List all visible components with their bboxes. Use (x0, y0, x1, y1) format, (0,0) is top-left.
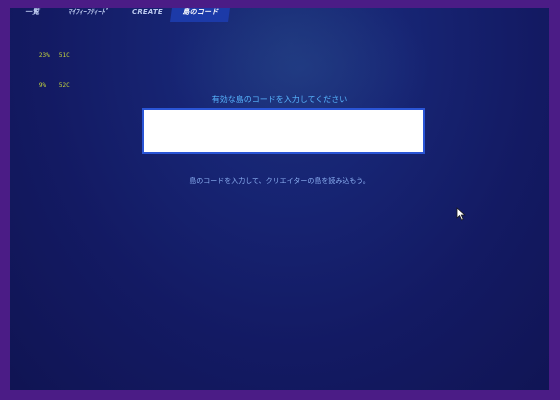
tab-list[interactable]: 一覧 (25, 8, 39, 20)
top-tab-bar: 一覧 ﾏｲﾌｨｰﾌﾃｨｰﾄﾞ CREATE 島のコード (10, 8, 549, 22)
stat-row-gpu: 9% 52C (10, 77, 70, 95)
tab-island-code-label: 島のコード (182, 8, 219, 16)
stat-usage: 23% (38, 52, 50, 59)
stat-row-cpu: 23% 51C (10, 47, 70, 65)
tab-create[interactable]: CREATE (132, 8, 163, 20)
stat-temp: 52C (58, 82, 70, 89)
outer-frame: 一覧 ﾏｲﾌｨｰﾌﾃｨｰﾄﾞ CREATE 島のコード 23% 51C 9% 52C… (0, 0, 560, 400)
island-code-input[interactable] (142, 108, 425, 154)
stat-usage: 9% (38, 82, 47, 89)
island-code-prompt: 有効な島のコードを入力してください (211, 95, 348, 104)
stat-temp: 51C (58, 52, 70, 59)
island-code-helper-text: 島のコードを入力して、クリエイターの島を読み込もう。 (189, 177, 370, 185)
mouse-pointer-icon (456, 207, 466, 221)
tab-island-code[interactable]: 島のコード (170, 8, 230, 22)
tab-my-island[interactable]: ﾏｲﾌｨｰﾌﾃｨｰﾄﾞ (68, 8, 109, 20)
game-screen: 一覧 ﾏｲﾌｨｰﾌﾃｨｰﾄﾞ CREATE 島のコード 23% 51C 9% 52C… (10, 8, 549, 390)
